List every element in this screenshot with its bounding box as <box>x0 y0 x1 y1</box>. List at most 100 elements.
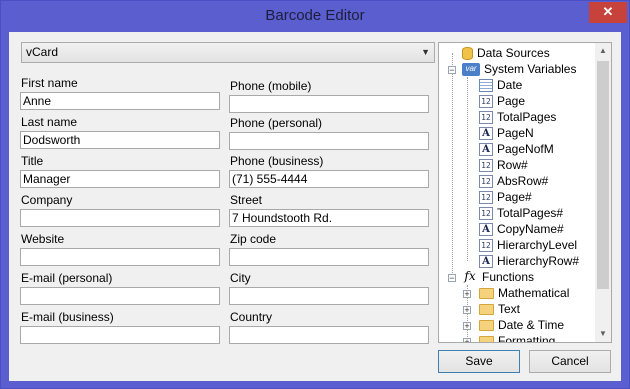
tree-node-var[interactable]: A PageN <box>479 125 534 141</box>
website-field[interactable] <box>20 248 220 266</box>
variables-tree[interactable]: Data Sources − var System Variables Date … <box>438 42 612 343</box>
tree-node-function-group[interactable]: Formatting <box>479 333 556 343</box>
folder-icon <box>479 320 494 332</box>
country-label: Country <box>230 310 273 324</box>
text-icon: A <box>479 143 493 157</box>
tree-node-var[interactable]: Date <box>479 77 522 93</box>
company-field[interactable] <box>20 209 220 227</box>
phone-mobile-label: Phone (mobile) <box>230 79 312 93</box>
text-icon: A <box>479 223 493 237</box>
title-field[interactable]: Manager <box>20 170 220 188</box>
email-personal-field[interactable] <box>20 287 220 305</box>
title-label: Title <box>21 154 44 168</box>
tree-node-label: PageN <box>497 126 534 140</box>
tree-node-label: Mathematical <box>498 286 570 300</box>
tree-node-var[interactable]: 12 TotalPages <box>479 109 556 125</box>
tree-node-label: Row# <box>497 158 528 172</box>
tree-node-label: Text <box>498 302 521 316</box>
phone-mobile-field[interactable] <box>229 95 429 113</box>
tree-node-functions[interactable]: fx Functions <box>462 269 534 285</box>
number-icon: 12 <box>479 95 493 109</box>
zip-field[interactable] <box>229 248 429 266</box>
expand-toggle[interactable]: + <box>463 290 471 299</box>
tree-node-label: Data Sources <box>477 46 550 60</box>
number-icon: 12 <box>479 175 493 189</box>
tree-node-var[interactable]: A PageNofM <box>479 141 554 157</box>
folder-icon <box>479 336 494 342</box>
phone-personal-label: Phone (personal) <box>230 116 323 130</box>
tree-node-label: Page# <box>497 190 532 204</box>
phone-personal-field[interactable] <box>229 132 429 150</box>
email-business-field[interactable] <box>20 326 220 344</box>
folder-icon <box>479 304 494 316</box>
title-bar: Barcode Editor ✕ <box>1 1 629 32</box>
zip-label: Zip code <box>230 232 277 246</box>
tree-node-label: TotalPages <box>497 110 557 124</box>
first-name-label: First name <box>21 76 78 90</box>
tree-node-var[interactable]: 12 Page <box>479 93 525 109</box>
expand-toggle[interactable]: + <box>463 338 471 342</box>
scrollbar-thumb[interactable] <box>597 61 609 289</box>
tree-node-var[interactable]: 12 TotalPages# <box>479 205 563 221</box>
close-button[interactable]: ✕ <box>589 2 627 23</box>
phone-business-label: Phone (business) <box>230 154 324 168</box>
tree-node-function-group[interactable]: Mathematical <box>479 285 569 301</box>
chevron-down-icon: ▼ <box>421 47 430 57</box>
window-title: Barcode Editor <box>265 7 365 24</box>
tree-node-label: System Variables <box>484 62 577 76</box>
tree-node-label: AbsRow# <box>497 174 549 188</box>
tree-node-function-group[interactable]: Date & Time <box>479 317 564 333</box>
country-field[interactable] <box>229 326 429 344</box>
tree-scrollbar[interactable]: ▲ ▼ <box>595 43 611 342</box>
scroll-up-icon[interactable]: ▲ <box>599 46 607 55</box>
expand-toggle[interactable]: + <box>463 322 471 331</box>
folder-icon <box>479 288 494 300</box>
tree-node-function-group[interactable]: Text <box>479 301 520 317</box>
text-icon: A <box>479 127 493 141</box>
collapse-toggle[interactable]: − <box>448 274 456 283</box>
tree-node-var[interactable]: A HierarchyRow# <box>479 253 579 269</box>
company-label: Company <box>21 193 73 207</box>
tree-node-var[interactable]: 12 Row# <box>479 157 528 173</box>
last-name-label: Last name <box>21 115 78 129</box>
cancel-button[interactable]: Cancel <box>529 350 611 373</box>
first-name-field[interactable]: Anne <box>20 92 220 110</box>
text-icon: A <box>479 255 493 269</box>
number-icon: 12 <box>479 159 493 173</box>
expand-toggle[interactable]: + <box>463 306 471 315</box>
tree-node-var[interactable]: 12 HierarchyLevel <box>479 237 577 253</box>
scroll-down-icon[interactable]: ▼ <box>599 329 607 338</box>
tree-guide-line <box>467 77 468 261</box>
street-label: Street <box>230 193 263 207</box>
save-button[interactable]: Save <box>438 350 520 373</box>
city-field[interactable] <box>229 287 429 305</box>
last-name-field[interactable]: Dodsworth <box>20 131 220 149</box>
tree-node-label: HierarchyLevel <box>497 238 578 252</box>
phone-business-field[interactable]: (71) 555-4444 <box>229 170 429 188</box>
tree-node-label: Date <box>497 78 523 92</box>
tree-node-label: Page <box>497 94 526 108</box>
tree-node-label: TotalPages# <box>497 206 564 220</box>
tree-node-var[interactable]: 12 AbsRow# <box>479 173 548 189</box>
tree-node-system-variables[interactable]: var System Variables <box>462 61 576 77</box>
tree-node-var[interactable]: 12 Page# <box>479 189 532 205</box>
website-label: Website <box>21 232 65 246</box>
barcode-type-select[interactable]: vCard ▼ <box>21 42 435 63</box>
calendar-icon <box>479 79 493 93</box>
tree-node-var[interactable]: A CopyName# <box>479 221 564 237</box>
tree-node-label: Functions <box>482 270 535 284</box>
function-icon: fx <box>464 269 476 284</box>
collapse-toggle[interactable]: − <box>448 66 456 75</box>
variable-icon: var <box>462 63 480 77</box>
tree-node-label: PageNofM <box>497 142 554 156</box>
barcode-type-value: vCard <box>26 45 59 59</box>
tree-node-data-sources[interactable]: Data Sources <box>462 45 550 61</box>
tree-node-label: Formatting <box>498 334 556 343</box>
dialog-body: vCard ▼ First name Anne Last name Dodswo… <box>9 32 621 381</box>
number-icon: 12 <box>479 207 493 221</box>
street-field[interactable]: 7 Houndstooth Rd. <box>229 209 429 227</box>
city-label: City <box>230 271 251 285</box>
email-personal-label: E-mail (personal) <box>21 271 113 285</box>
tree-guide-line <box>452 53 453 279</box>
tree-node-label: HierarchyRow# <box>497 254 580 268</box>
